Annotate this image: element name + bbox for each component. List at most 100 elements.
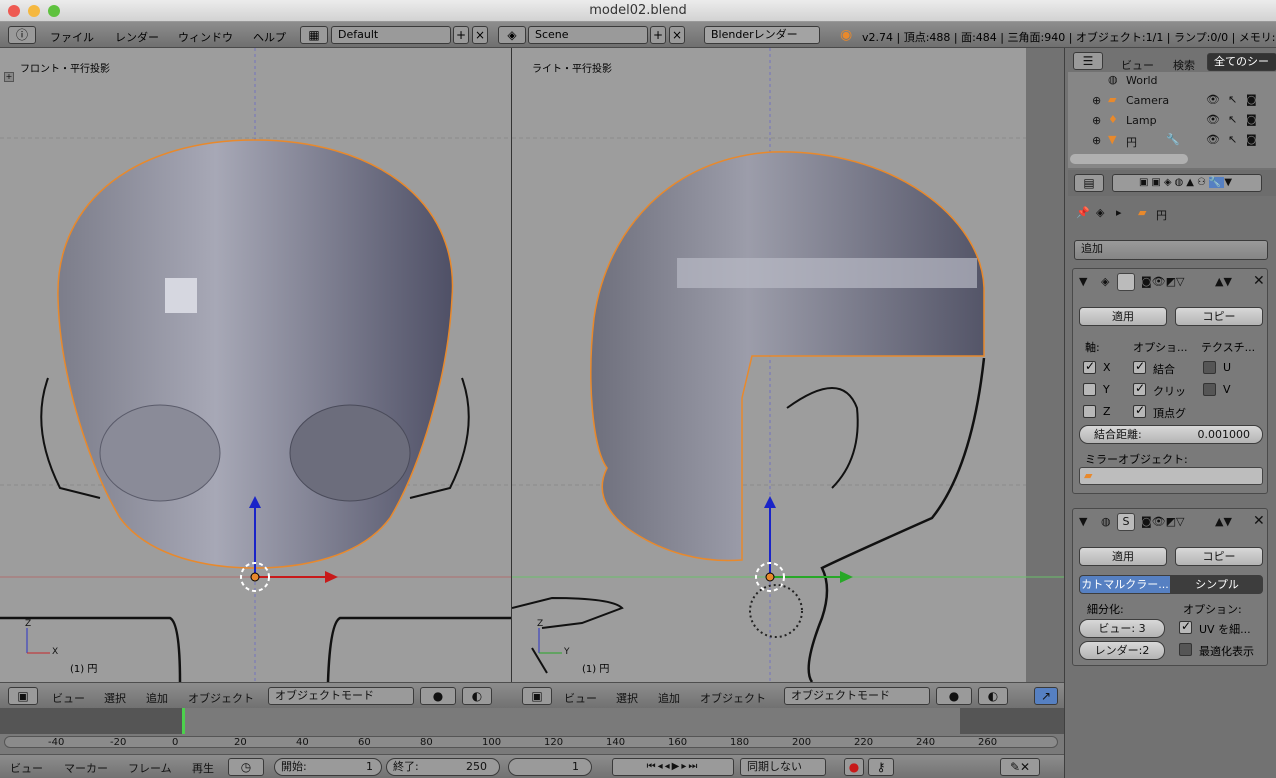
merge-checkbox[interactable] (1133, 359, 1146, 374)
close-window-button[interactable] (8, 5, 20, 17)
menu-add-right[interactable]: 追加 (658, 690, 680, 706)
outliner-item-lamp[interactable]: ⊕ ♦ Lamp 👁 ↖ ◙ (1068, 112, 1276, 132)
modifier-display-icons[interactable]: ◙👁◩▽ (1141, 275, 1185, 288)
axis-y-checkbox[interactable] (1083, 383, 1096, 396)
visibility-eye-icon[interactable]: 👁 (1206, 93, 1220, 106)
viewport-right[interactable]: Z Y ライト・平行投影 (1) 円 (512, 48, 1064, 682)
menu-help[interactable]: ヘルプ (253, 29, 286, 45)
outliner-menu-view[interactable]: ビュー (1121, 57, 1154, 73)
mode-select-right[interactable]: オブジェクトモード (784, 687, 930, 705)
menu-playback[interactable]: 再生 (192, 760, 214, 776)
properties-tabs-icon[interactable]: ▣▣◈◍▲⚇🔧▼ (1112, 174, 1262, 192)
layout-field[interactable]: Default (331, 26, 451, 44)
render-camera-icon[interactable]: ◙ (1246, 113, 1257, 126)
outliner-menu-search[interactable]: 検索 (1173, 57, 1195, 73)
scene-icon[interactable]: ◈ (498, 26, 526, 44)
axis-z-checkbox[interactable] (1083, 405, 1096, 418)
menu-frame[interactable]: フレーム (128, 760, 172, 776)
remove-scene-button[interactable]: × (669, 26, 685, 44)
render-camera-icon[interactable]: ◙ (1246, 133, 1257, 146)
current-frame-field[interactable]: 1 (508, 758, 592, 776)
mode-select-left[interactable]: オブジェクトモード (268, 687, 414, 705)
outliner-item-world[interactable]: ◍ World (1068, 72, 1276, 92)
modifier-display-icons[interactable]: ◙👁◩▽ (1141, 515, 1185, 528)
u-checkbox[interactable] (1203, 361, 1216, 374)
zoom-window-button[interactable] (48, 5, 60, 17)
timeline-scrollbar[interactable] (4, 736, 1058, 748)
select-arrow-icon[interactable]: ↖ (1228, 113, 1237, 126)
layout-grid-icon[interactable]: ▦ (300, 26, 328, 44)
menu-view-left[interactable]: ビュー (52, 690, 85, 706)
outliner-scope-select[interactable]: 全てのシーン (1207, 53, 1276, 84)
preview-range-icon[interactable]: ◷ (228, 758, 264, 776)
subdivide-uv-checkbox[interactable] (1179, 619, 1192, 634)
render-engine-select[interactable]: Blenderレンダー (704, 26, 820, 44)
record-icon[interactable]: ● (844, 758, 864, 776)
end-frame-field[interactable]: 終了: 250 (386, 758, 500, 776)
move-up-down-icon[interactable]: ▲▼ (1215, 515, 1232, 528)
start-frame-field[interactable]: 開始: 1 (274, 758, 382, 776)
scene-field[interactable]: Scene (528, 26, 648, 44)
simple-button[interactable]: シンプル (1171, 575, 1263, 594)
keying-icon[interactable]: ⚷ (868, 758, 894, 776)
menu-view-right[interactable]: ビュー (564, 690, 597, 706)
menu-select-right[interactable]: 選択 (616, 690, 638, 706)
editor-type-3d-icon[interactable]: ▣ (8, 687, 38, 705)
menu-marker[interactable]: マーカー (64, 760, 108, 776)
viewport-corner-plus-icon[interactable]: + (4, 72, 14, 82)
outliner-list[interactable]: ◍ World ⊕ ▰ Camera 👁 ↖ ◙ ⊕ ♦ Lamp 👁 ↖ ◙ ⊕ ▼ 円 🔧 👁 ↖ ◙ (1068, 72, 1276, 168)
properties-type-icon[interactable]: ▤ (1074, 174, 1104, 192)
view-levels-field[interactable]: ビュー: 3 (1079, 619, 1165, 638)
timeline-current-frame[interactable] (182, 708, 185, 734)
timeline[interactable]: -40 -20 0 20 40 60 80 100 120 140 160 180 200 220 240 2… (0, 708, 1064, 754)
add-layout-button[interactable]: + (453, 26, 469, 44)
menu-file[interactable]: ファイル (50, 29, 94, 45)
menu-select-left[interactable]: 選択 (104, 690, 126, 706)
subsurf-copy-button[interactable]: コピー (1175, 547, 1263, 566)
subsurf-name-field[interactable]: S (1117, 513, 1135, 531)
remove-modifier-icon[interactable]: ✕ (1253, 273, 1265, 289)
viewport-front[interactable]: Z X フロント・平行投影 (1) 円 + (0, 48, 512, 682)
collapse-icon[interactable]: ▼ (1079, 275, 1087, 288)
expand-icon[interactable]: ⊕ (1092, 94, 1101, 107)
merge-distance-field[interactable]: 結合距離: 0.001000 (1079, 425, 1263, 444)
outliner-item-camera[interactable]: ⊕ ▰ Camera 👁 ↖ ◙ (1068, 92, 1276, 112)
mirror-apply-button[interactable]: 適用 (1079, 307, 1167, 326)
subsurf-apply-button[interactable]: 適用 (1079, 547, 1167, 566)
shading-select-right-icon[interactable]: ● (936, 687, 972, 705)
minimize-window-button[interactable] (28, 5, 40, 17)
modifier-name-field[interactable] (1117, 273, 1135, 291)
menu-timeline-view[interactable]: ビュー (10, 760, 43, 776)
mirror-copy-button[interactable]: コピー (1175, 307, 1263, 326)
pin-icon[interactable]: 📌 (1076, 206, 1090, 219)
select-arrow-icon[interactable]: ↖ (1228, 133, 1237, 146)
visibility-eye-icon[interactable]: 👁 (1206, 113, 1220, 126)
menu-add-left[interactable]: 追加 (146, 690, 168, 706)
collapse-icon[interactable]: ▼ (1079, 515, 1087, 528)
mirror-object-field[interactable]: ▰ (1079, 467, 1263, 485)
menu-object-left[interactable]: オブジェクト (188, 690, 254, 706)
shading-select-left-icon[interactable]: ● (420, 687, 456, 705)
add-modifier-select[interactable]: 追加 (1074, 240, 1268, 260)
editor-type-info-button[interactable]: ⓘ (8, 26, 36, 44)
expand-icon[interactable]: ⊕ (1092, 114, 1101, 127)
axis-x-checkbox[interactable] (1083, 359, 1096, 374)
move-up-down-icon[interactable]: ▲▼ (1215, 275, 1232, 288)
select-arrow-icon[interactable]: ↖ (1228, 93, 1237, 106)
visibility-eye-icon[interactable]: 👁 (1206, 133, 1220, 146)
render-levels-field[interactable]: レンダー:2 (1079, 641, 1165, 660)
outliner-type-icon[interactable]: ☰ (1073, 52, 1103, 70)
menu-window[interactable]: ウィンドウ (178, 29, 233, 45)
outliner-scrollbar[interactable] (1070, 154, 1188, 164)
remove-modifier-icon[interactable]: ✕ (1253, 513, 1265, 529)
pivot-select-left-icon[interactable]: ◐ (462, 687, 492, 705)
clipping-checkbox[interactable] (1133, 381, 1146, 396)
menu-object-right[interactable]: オブジェクト (700, 690, 766, 706)
expand-icon[interactable]: ⊕ (1092, 134, 1101, 147)
catmull-clark-button[interactable]: カトマルクラー... (1079, 575, 1171, 594)
sync-select[interactable]: 同期しない (740, 758, 826, 776)
manipulator-icon[interactable]: ↗ (1034, 687, 1058, 705)
add-scene-button[interactable]: + (650, 26, 666, 44)
remove-layout-button[interactable]: × (472, 26, 488, 44)
outliner-item-circle[interactable]: ⊕ ▼ 円 🔧 👁 ↖ ◙ (1068, 132, 1276, 152)
